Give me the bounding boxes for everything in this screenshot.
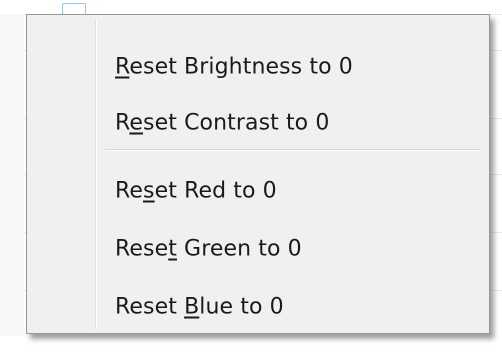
background-sidebar [0, 14, 24, 342]
mnemonic-key: t [168, 236, 177, 262]
menu-item-reset-brightness[interactable]: Reset Brightness to 0 [31, 39, 485, 95]
context-menu: Reset Brightness to 0 Reset Contrast to … [26, 14, 490, 334]
mnemonic-key: s [143, 178, 155, 204]
menu-item-reset-blue[interactable]: Reset Blue to 0 [31, 279, 485, 335]
menu-item-label: Reset Brightness to 0 [115, 54, 353, 80]
mnemonic-key: R [115, 54, 130, 80]
menu-item-label: Reset Red to 0 [115, 178, 277, 204]
menu-item-reset-contrast[interactable]: Reset Contrast to 0 [31, 95, 485, 151]
background-footer [0, 336, 502, 356]
menu-item-reset-green[interactable]: Reset Green to 0 [31, 221, 485, 277]
mnemonic-key: B [184, 294, 200, 320]
menu-separator-highlight [105, 150, 481, 151]
mnemonic-key: e [129, 110, 144, 136]
menu-item-label: Reset Blue to 0 [115, 294, 284, 320]
menu-item-label: Reset Contrast to 0 [115, 110, 330, 136]
menu-item-label: Reset Green to 0 [115, 236, 302, 262]
menu-item-reset-red[interactable]: Reset Red to 0 [31, 163, 485, 219]
